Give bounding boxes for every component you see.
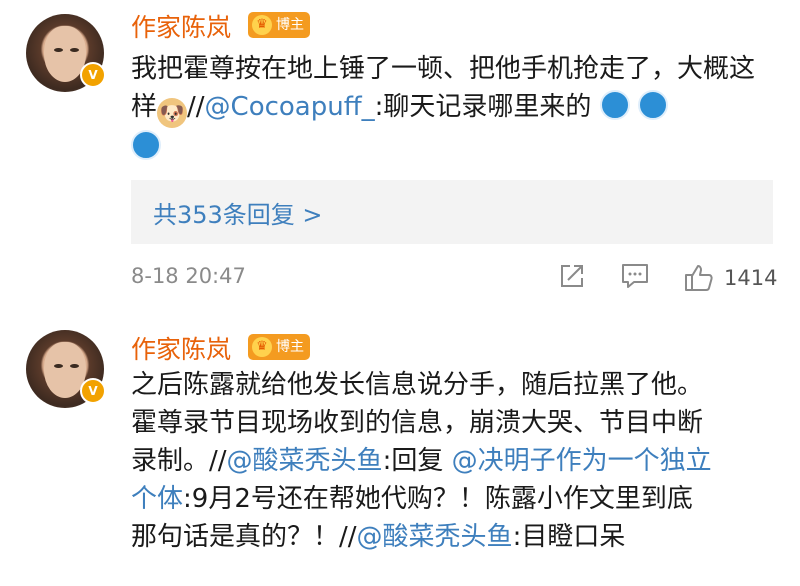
- comment-text: 之后陈露就给他发长信息说分手，随后拉黑了他。 霍尊录节目现场收到的信息，崩溃大哭…: [131, 366, 771, 556]
- mention-link[interactable]: @Cocoapuff_: [205, 92, 375, 122]
- mention-link[interactable]: @决明子作为一个独立: [452, 446, 712, 476]
- verified-v-icon: V: [80, 378, 106, 404]
- comment-line: :目瞪口呆: [512, 522, 626, 552]
- comment-line: 霍尊录节目现场收到的信息，崩溃大哭、节目中断: [131, 408, 704, 438]
- author-name[interactable]: 作家陈岚: [131, 330, 231, 366]
- author-name[interactable]: 作家陈岚: [131, 8, 231, 44]
- mention-link[interactable]: @酸菜秃头鱼: [357, 522, 513, 552]
- like-count: 1414: [724, 266, 778, 290]
- repost-slash: //: [339, 522, 357, 552]
- comment-icon[interactable]: [620, 262, 650, 290]
- repost-slash: //: [209, 446, 227, 476]
- timestamp: 8-18 20:47: [131, 264, 246, 288]
- reply-text: :回复: [382, 446, 444, 476]
- replies-box[interactable]: 共353条回复 >: [131, 180, 773, 244]
- mention-link[interactable]: @酸菜秃头鱼: [227, 446, 383, 476]
- blogger-crown-icon: ♛: [252, 15, 272, 35]
- comment-line: :9月2号还在帮她代购？！陈露小作文里到底: [183, 484, 693, 514]
- like-icon[interactable]: [683, 262, 715, 292]
- mention-link-continued[interactable]: 个体: [131, 484, 183, 514]
- blogger-crown-icon: ♛: [252, 337, 272, 357]
- comment-text: 我把霍尊按在地上锤了一顿、把他手机抢走了，大概这样 🐶//@Cocoapuff_:…: [131, 50, 771, 166]
- doraemon-emoji-icon: [131, 130, 161, 160]
- doraemon-emoji-icon: [599, 90, 630, 120]
- share-icon[interactable]: [558, 262, 586, 290]
- blogger-badge: ♛ 博主: [248, 12, 310, 38]
- repost-text: :聊天记录哪里来的: [374, 92, 592, 122]
- comment-line: 那句话是真的？！: [131, 522, 340, 552]
- doraemon-emoji-icon: [637, 90, 668, 120]
- blogger-badge: ♛ 博主: [248, 334, 310, 360]
- blogger-badge-label: 博主: [276, 339, 304, 355]
- doge-emoji-icon: 🐶: [157, 98, 188, 128]
- comment-line: 之后陈露就给他发长信息说分手，随后拉黑了他。: [131, 370, 704, 400]
- repost-slash: //: [187, 92, 205, 122]
- comment-line: 录制。: [131, 446, 210, 476]
- blogger-badge-label: 博主: [276, 17, 304, 33]
- verified-v-icon: V: [80, 62, 106, 88]
- replies-link[interactable]: 共353条回复 >: [153, 195, 323, 230]
